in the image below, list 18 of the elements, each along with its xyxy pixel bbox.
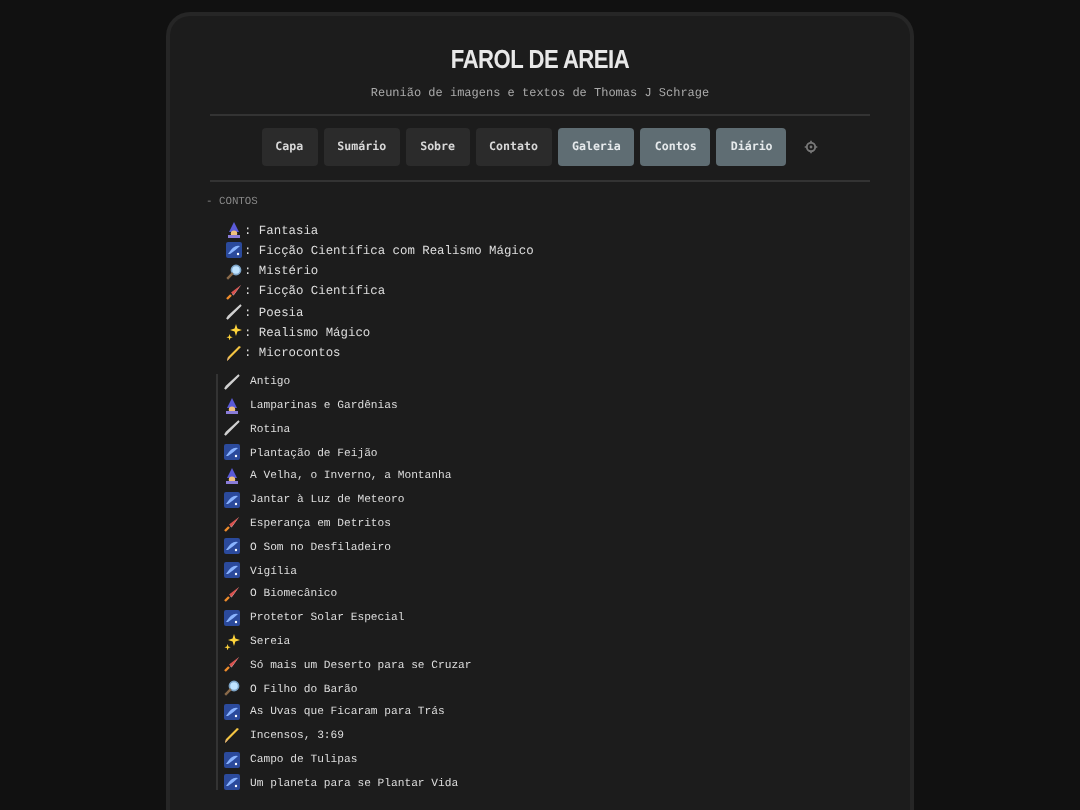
settings-icon[interactable] (804, 140, 819, 154)
pen-icon (224, 420, 240, 437)
pen-icon (226, 304, 242, 321)
wizard-icon (226, 222, 242, 238)
rocket-icon (224, 515, 240, 532)
wizard-icon (224, 467, 240, 484)
magnifier-icon (226, 263, 242, 280)
pencil-icon (224, 727, 240, 744)
rocket-icon (224, 585, 240, 602)
sparkles-icon (226, 324, 242, 341)
site-title: FAROL DE AREIA (448, 44, 632, 74)
magnifier-icon (224, 680, 240, 697)
pencil-icon (226, 345, 242, 362)
sparkles-icon (224, 633, 240, 650)
rocket-icon (226, 283, 242, 300)
pen-icon (224, 373, 240, 390)
wizard-icon (224, 397, 240, 414)
rocket-icon (224, 656, 240, 673)
